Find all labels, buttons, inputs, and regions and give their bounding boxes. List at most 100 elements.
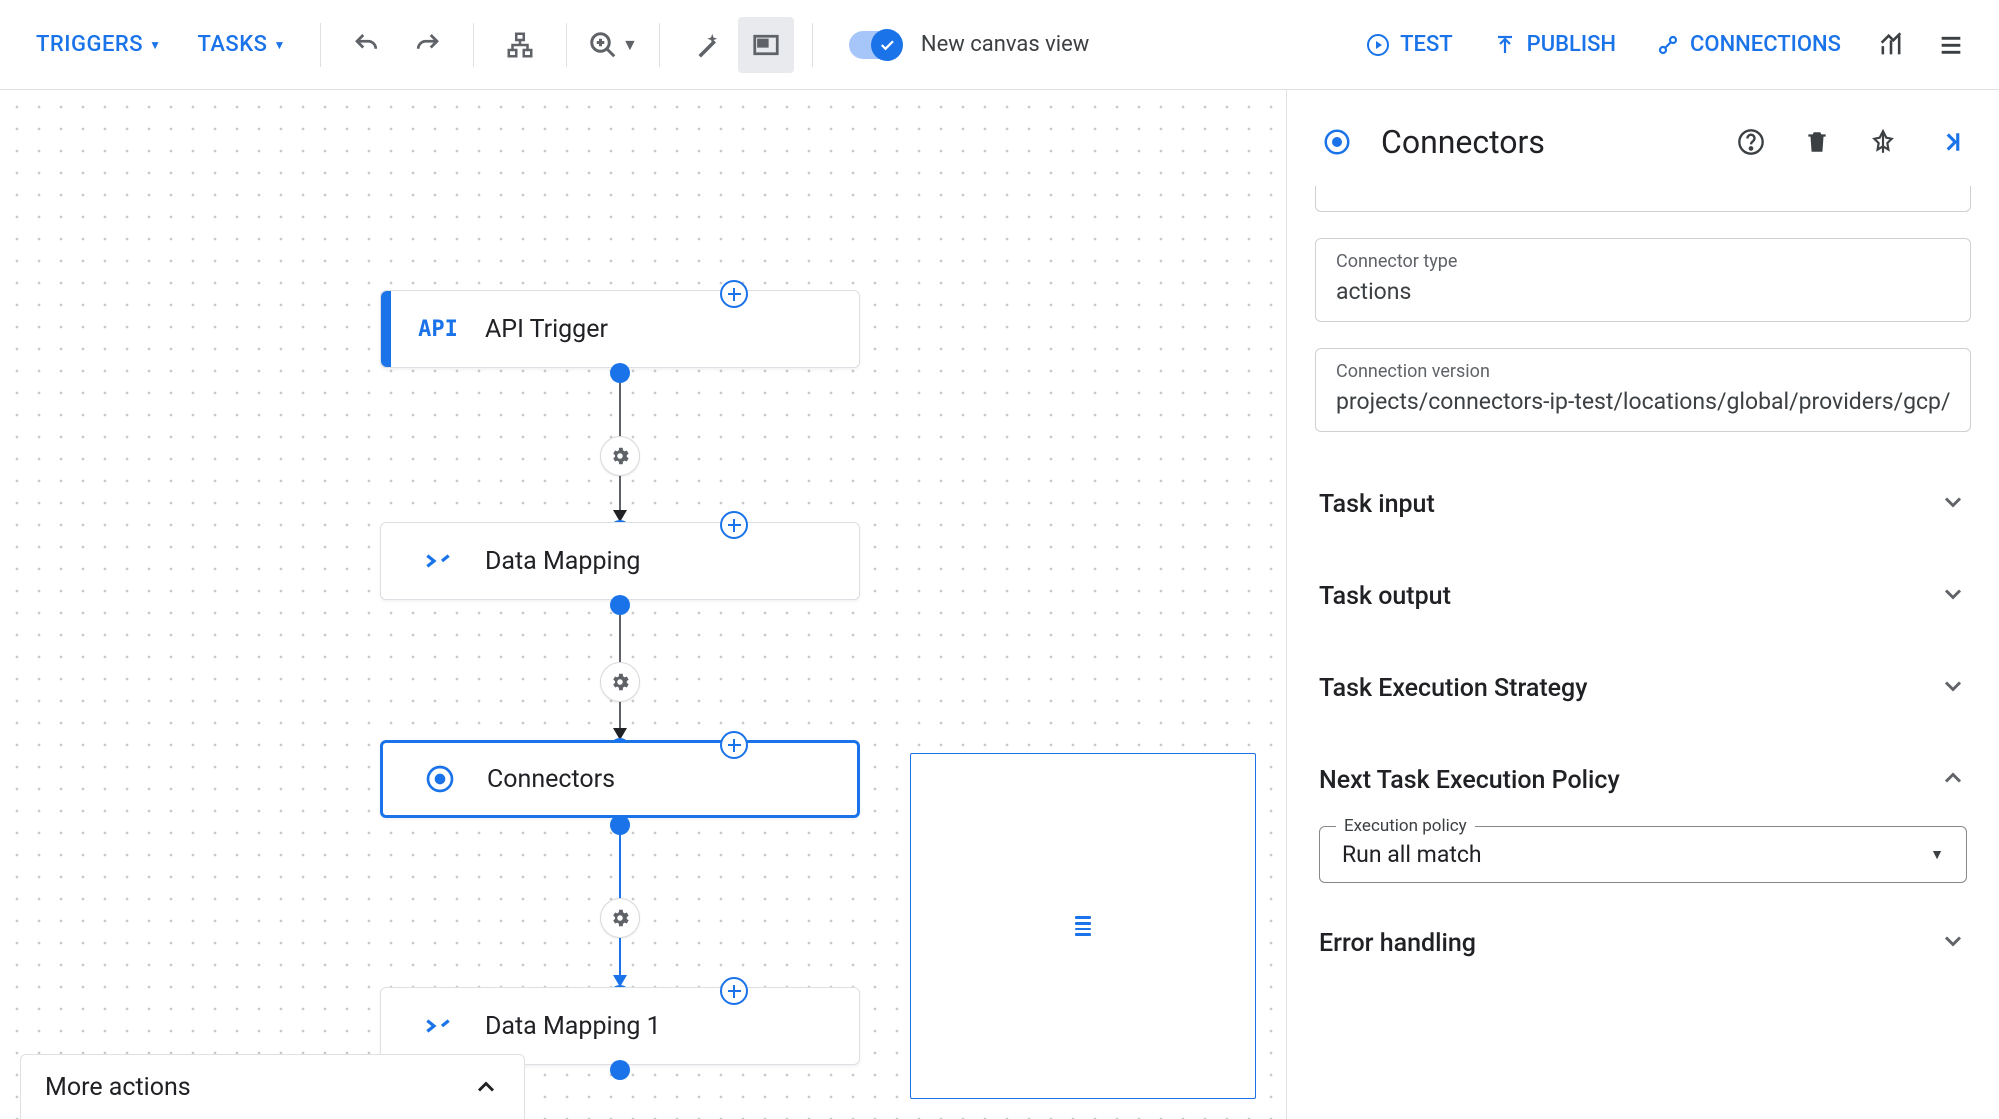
connector-type-label: Connector type [1336, 251, 1950, 272]
chevron-down-icon [1939, 580, 1967, 612]
publish-label: PUBLISH [1527, 32, 1616, 57]
gear-icon [609, 907, 631, 929]
separator [320, 23, 321, 67]
minimap-content [1075, 916, 1091, 936]
tasks-menu[interactable]: TASKS ▼ [181, 22, 301, 67]
connector-type-field[interactable]: Connector type actions [1315, 238, 1971, 322]
trigger-indicator [381, 291, 391, 367]
main-area: API API Trigger Data Mapping [0, 90, 1999, 1119]
section-label: Error handling [1319, 929, 1476, 958]
play-circle-icon [1366, 33, 1390, 57]
menu-icon [1937, 31, 1965, 59]
zoom-button[interactable]: ▼ [585, 17, 641, 73]
wand-icon [691, 30, 721, 60]
separator [566, 23, 567, 67]
execution-policy-select[interactable]: Execution policy Run all match ▼ [1319, 826, 1967, 883]
analytics-icon [1877, 31, 1905, 59]
edge-settings-button[interactable] [600, 662, 640, 702]
connector-type-value: actions [1336, 278, 1950, 305]
chevron-down-icon [1939, 927, 1967, 959]
node-label: Data Mapping 1 [485, 1012, 661, 1041]
section-error-handling[interactable]: Error handling [1287, 897, 1999, 989]
section-next-policy[interactable]: Next Task Execution Policy [1287, 734, 1999, 826]
section-label: Task output [1319, 582, 1451, 611]
separator [473, 23, 474, 67]
section-task-output[interactable]: Task output [1287, 550, 1999, 642]
edge-settings-button[interactable] [600, 898, 640, 938]
pin-button[interactable] [1861, 120, 1905, 164]
connectors-node-icon [423, 762, 457, 796]
node-data-mapping[interactable]: Data Mapping [380, 522, 860, 600]
publish-button[interactable]: PUBLISH [1475, 22, 1634, 67]
more-actions-panel[interactable]: More actions [20, 1054, 525, 1119]
output-port[interactable] [610, 595, 630, 615]
delete-button[interactable] [1795, 120, 1839, 164]
execution-policy-label: Execution policy [1336, 816, 1475, 836]
separator [659, 23, 660, 67]
panel-connectors-icon [1315, 120, 1359, 164]
triggers-menu[interactable]: TRIGGERS ▼ [20, 22, 177, 67]
layout-button[interactable] [492, 17, 548, 73]
data-mapping-icon [421, 1009, 455, 1043]
node-connectors[interactable]: Connectors [380, 740, 860, 818]
analytics-button[interactable] [1863, 17, 1919, 73]
triggers-label: TRIGGERS [36, 32, 143, 57]
execution-policy-value: Run all match [1342, 841, 1482, 868]
add-node-button[interactable] [720, 731, 748, 759]
connection-version-label: Connection version [1336, 361, 1950, 382]
tasks-label: TASKS [197, 32, 267, 57]
chevron-up-icon [1939, 764, 1967, 796]
connections-icon [1656, 33, 1680, 57]
toggle-knob [871, 29, 903, 61]
canvas-view-toggle-label: New canvas view [921, 32, 1089, 57]
connections-label: CONNECTIONS [1690, 32, 1841, 57]
help-icon [1737, 128, 1765, 156]
pin-icon [1870, 129, 1896, 155]
magic-button[interactable] [678, 17, 734, 73]
canvas-view-toggle[interactable] [849, 31, 901, 59]
canvas-view-button[interactable] [738, 17, 794, 73]
upload-icon [1493, 33, 1517, 57]
section-task-strategy[interactable]: Task Execution Strategy [1287, 642, 1999, 734]
menu-button[interactable] [1923, 17, 1979, 73]
edge-settings-button[interactable] [600, 436, 640, 476]
zoom-icon [588, 30, 618, 60]
add-node-button[interactable] [720, 977, 748, 1005]
output-port[interactable] [610, 363, 630, 383]
partial-field-top [1315, 186, 1971, 212]
connections-button[interactable]: CONNECTIONS [1638, 22, 1859, 67]
top-toolbar: TRIGGERS ▼ TASKS ▼ ▼ New canvas v [0, 0, 1999, 90]
check-icon [878, 36, 896, 54]
chevron-down-icon [1939, 672, 1967, 704]
help-button[interactable] [1729, 120, 1773, 164]
node-label: Connectors [487, 765, 615, 794]
gear-icon [609, 671, 631, 693]
chevron-down-icon: ▼ [149, 38, 161, 52]
chevron-down-icon [1939, 488, 1967, 520]
more-actions-label: More actions [45, 1073, 191, 1102]
node-label: API Trigger [485, 315, 608, 344]
section-label: Next Task Execution Policy [1319, 766, 1620, 795]
connection-version-field[interactable]: Connection version projects/connectors-i… [1315, 348, 1971, 432]
redo-icon [412, 30, 442, 60]
output-port[interactable] [610, 815, 630, 835]
collapse-panel-button[interactable] [1927, 120, 1971, 164]
add-node-button[interactable] [720, 511, 748, 539]
output-port[interactable] [610, 1060, 630, 1080]
node-api-trigger[interactable]: API API Trigger [380, 290, 860, 368]
add-node-button[interactable] [720, 280, 748, 308]
section-task-input[interactable]: Task input [1287, 458, 1999, 550]
test-button[interactable]: TEST [1348, 22, 1471, 67]
undo-icon [352, 30, 382, 60]
canvas[interactable]: API API Trigger Data Mapping [0, 90, 1287, 1119]
undo-button[interactable] [339, 17, 395, 73]
collapse-icon [1934, 127, 1964, 157]
gear-icon [609, 445, 631, 467]
chevron-down-icon: ▼ [1930, 846, 1944, 863]
redo-button[interactable] [399, 17, 455, 73]
trash-icon [1804, 129, 1830, 155]
panel-title: Connectors [1381, 123, 1707, 161]
test-label: TEST [1400, 32, 1453, 57]
api-icon: API [421, 312, 455, 346]
minimap[interactable] [910, 753, 1256, 1099]
